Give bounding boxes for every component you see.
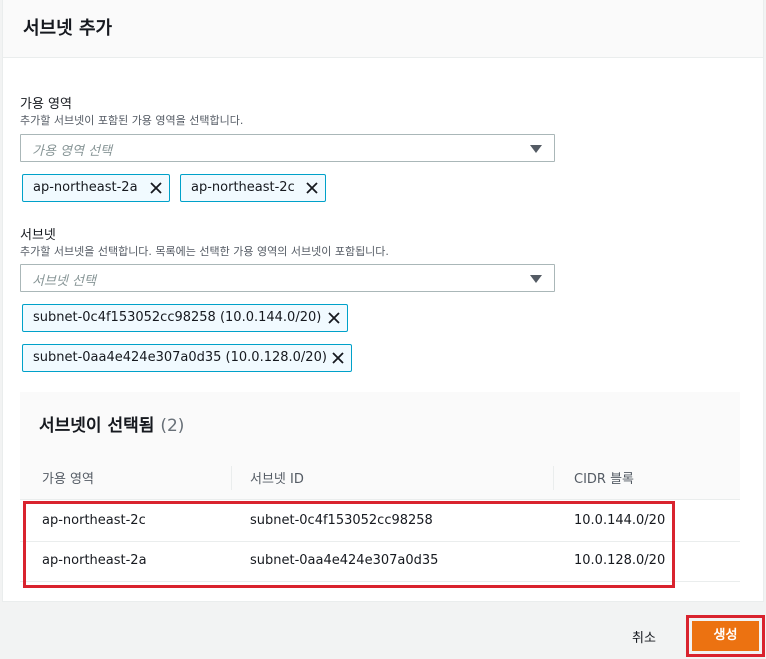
az-token: ap-northeast-2c	[180, 174, 326, 202]
panel-header: 서브넷 추가	[3, 0, 763, 58]
subnet-select-placeholder: 서브넷 선택	[32, 274, 96, 289]
column-divider	[231, 466, 232, 490]
az-token-label: ap-northeast-2c	[191, 180, 295, 195]
create-button-highlight: 생성	[686, 615, 765, 657]
create-button[interactable]: 생성	[692, 621, 759, 651]
table-row: ap-northeast-2a subnet-0aa4e424e307a0d35…	[20, 542, 740, 582]
cell-az: ap-northeast-2c	[42, 513, 146, 528]
subnet-token: subnet-0c4f153052cc98258 (10.0.144.0/20)	[22, 304, 348, 332]
cell-subnet-id: subnet-0aa4e424e307a0d35	[250, 553, 439, 568]
close-icon[interactable]	[331, 351, 345, 365]
subnet-token-label: subnet-0aa4e424e307a0d35 (10.0.128.0/20)	[33, 350, 327, 365]
table-header: 가용 영역 서브넷 ID CIDR 블록	[20, 456, 740, 500]
column-header-az: 가용 영역	[42, 472, 94, 487]
column-header-cidr: CIDR 블록	[574, 472, 635, 487]
az-label: 가용 영역	[20, 97, 72, 112]
cell-az: ap-northeast-2a	[42, 553, 147, 568]
selected-subnets-title-text: 서브넷이 선택됨	[39, 416, 155, 436]
close-icon[interactable]	[327, 311, 341, 325]
cancel-button[interactable]: 취소	[632, 627, 656, 646]
caret-down-icon	[530, 145, 542, 153]
az-description: 추가할 서브넷이 포함된 가용 영역을 선택합니다.	[20, 114, 244, 127]
selected-subnets-header: 서브넷이 선택됨 (2)	[20, 392, 740, 456]
subnet-description: 추가할 서브넷을 선택합니다. 목록에는 선택한 가용 영역의 서브넷이 포함됩…	[20, 245, 389, 258]
subnet-label: 서브넷	[20, 228, 56, 243]
az-select-placeholder: 가용 영역 선택	[32, 144, 113, 159]
cell-cidr: 10.0.144.0/20	[574, 513, 666, 528]
cell-subnet-id: subnet-0c4f153052cc98258	[250, 513, 433, 528]
table-row: ap-northeast-2c subnet-0c4f153052cc98258…	[20, 502, 740, 542]
cell-cidr: 10.0.128.0/20	[574, 553, 666, 568]
close-icon[interactable]	[149, 181, 163, 195]
az-token-label: ap-northeast-2a	[33, 180, 138, 195]
caret-down-icon	[530, 275, 542, 283]
subnet-select[interactable]: 서브넷 선택	[20, 264, 555, 292]
column-header-subnet-id: 서브넷 ID	[250, 472, 304, 487]
selected-subnets-container: 서브넷이 선택됨 (2) 가용 영역 서브넷 ID CIDR 블록 ap-nor…	[20, 392, 740, 584]
subnet-token: subnet-0aa4e424e307a0d35 (10.0.128.0/20)	[22, 344, 352, 372]
panel-title: 서브넷 추가	[23, 18, 113, 39]
subnet-token-label: subnet-0c4f153052cc98258 (10.0.144.0/20)	[33, 310, 322, 325]
az-token: ap-northeast-2a	[22, 174, 170, 202]
selected-subnets-title: 서브넷이 선택됨 (2)	[39, 411, 184, 436]
close-icon[interactable]	[305, 181, 319, 195]
selected-subnets-count: (2)	[160, 416, 185, 436]
column-divider	[553, 466, 554, 490]
az-select[interactable]: 가용 영역 선택	[20, 134, 555, 162]
